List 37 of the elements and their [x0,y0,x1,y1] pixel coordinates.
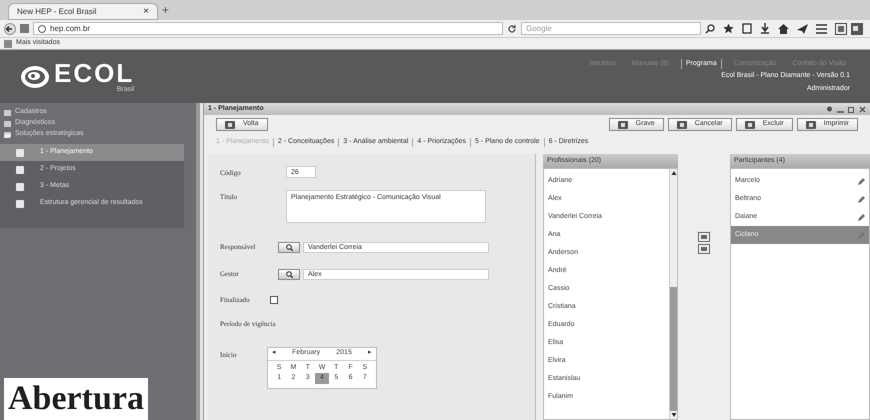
pin-icon[interactable] [826,106,833,112]
extension-icon[interactable] [851,22,863,34]
document-icon [16,148,24,156]
browser-tab[interactable]: New HEP - Ecol Brasil × [8,3,158,20]
tab-close-button[interactable]: × [143,4,149,19]
pencil-icon[interactable] [858,196,865,202]
scrollbar-thumb[interactable] [670,287,677,411]
lookup-button[interactable] [278,268,300,280]
search-field[interactable]: Google [521,22,701,35]
finished-checkbox[interactable] [270,296,278,304]
swirl-logo-icon [20,64,50,90]
home-icon[interactable] [778,24,789,34]
move-left-button[interactable] [698,244,710,254]
restore-icon[interactable] [848,106,855,112]
logo-text: ECOL [54,60,134,86]
document-icon [16,182,24,190]
search-icon[interactable] [705,24,715,34]
search-icon [286,244,292,250]
star-icon[interactable] [723,23,734,34]
address-bar[interactable]: hep.com.br [33,22,503,35]
close-icon[interactable] [859,106,866,112]
search-icon [286,270,292,278]
document-icon [16,166,24,174]
extension-icon[interactable] [835,22,847,34]
new-tab-button[interactable]: + [162,1,170,20]
folder-open-icon[interactable] [4,131,11,138]
pencil-icon[interactable] [858,178,865,184]
document-icon [16,200,24,208]
lookup-button[interactable] [278,242,300,252]
reload-icon[interactable] [507,24,517,34]
menu-icon[interactable] [816,24,827,34]
caption: Abertura [4,378,148,420]
move-right-button[interactable] [698,232,710,242]
send-icon[interactable] [797,24,808,34]
download-icon[interactable] [760,23,770,34]
globe-icon [38,24,46,32]
pencil-icon[interactable] [858,214,865,220]
